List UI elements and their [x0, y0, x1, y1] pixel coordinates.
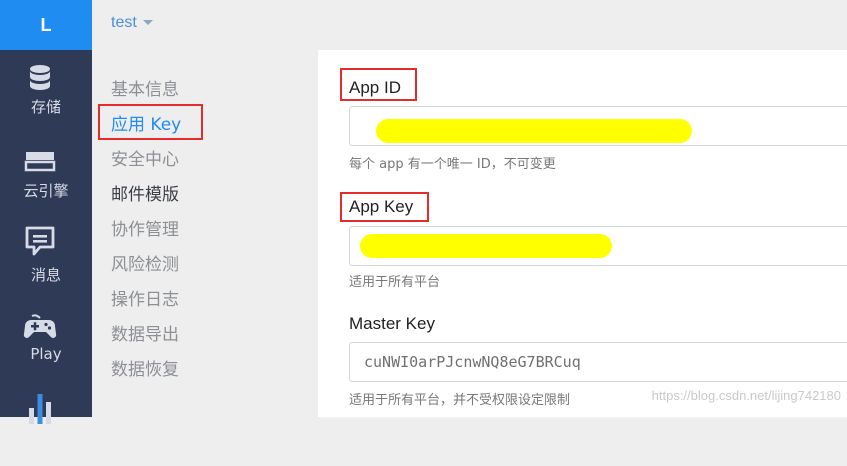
left-rail: L 存储 云引擎 消息 Play [0, 0, 92, 424]
database-icon [30, 65, 50, 90]
watermark: https://blog.csdn.net/lijing742180 [651, 388, 841, 403]
app-logo[interactable]: L [0, 0, 92, 50]
rail-item-analytics[interactable] [0, 386, 92, 466]
highlight-box [98, 104, 203, 140]
rail-item-play[interactable]: Play [0, 306, 92, 386]
app-name: test [111, 14, 137, 31]
rail-item-label: 消息 [30, 266, 61, 284]
gamepad-icon [23, 314, 57, 338]
redaction-mark [360, 234, 612, 258]
nav-data-export[interactable]: 数据导出 [111, 320, 179, 345]
rail-item-cloud-engine[interactable]: 云引擎 [0, 140, 92, 220]
app-keys-panel: App ID 每个 app 有一个唯一 ID，不可变更 App Key 适用于所… [318, 50, 847, 417]
settings-nav: 基本信息 应用 Key 安全中心 邮件模版 协作管理 风险检测 操作日志 数据导… [92, 50, 318, 417]
highlight-box [340, 68, 417, 101]
nav-email-templates[interactable]: 邮件模版 [111, 180, 179, 205]
bar-chart-icon [29, 394, 51, 424]
caret-down-icon [142, 20, 153, 26]
nav-operation-log[interactable]: 操作日志 [111, 285, 179, 310]
nav-basic-info[interactable]: 基本信息 [111, 75, 179, 100]
top-header: test [92, 0, 847, 50]
message-icon [25, 226, 55, 256]
rail-item-label: 存储 [30, 98, 61, 116]
nav-risk-detection[interactable]: 风险检测 [111, 250, 179, 275]
app-id-helper: 每个 app 有一个唯一 ID，不可变更 [349, 157, 556, 172]
app-key-helper: 适用于所有平台 [349, 275, 441, 290]
highlight-box [340, 192, 429, 222]
nav-collaboration[interactable]: 协作管理 [111, 215, 179, 240]
app-switcher[interactable]: test [111, 14, 153, 32]
server-icon [24, 152, 56, 172]
nav-security-center[interactable]: 安全中心 [111, 145, 179, 170]
rail-item-messages[interactable]: 消息 [0, 222, 92, 302]
rail-item-label: Play [30, 345, 62, 363]
master-key-helper: 适用于所有平台，并不受权限设定限制 [349, 393, 571, 408]
master-key-field[interactable]: cuNWI0arPJcnwNQ8eG7BRCuq [349, 342, 847, 382]
master-key-label: Master Key [349, 314, 435, 333]
rail-item-storage[interactable]: 存储 [0, 58, 92, 138]
nav-data-restore[interactable]: 数据恢复 [111, 355, 179, 380]
rail-item-label: 云引擎 [23, 182, 69, 200]
redaction-mark [376, 119, 692, 143]
